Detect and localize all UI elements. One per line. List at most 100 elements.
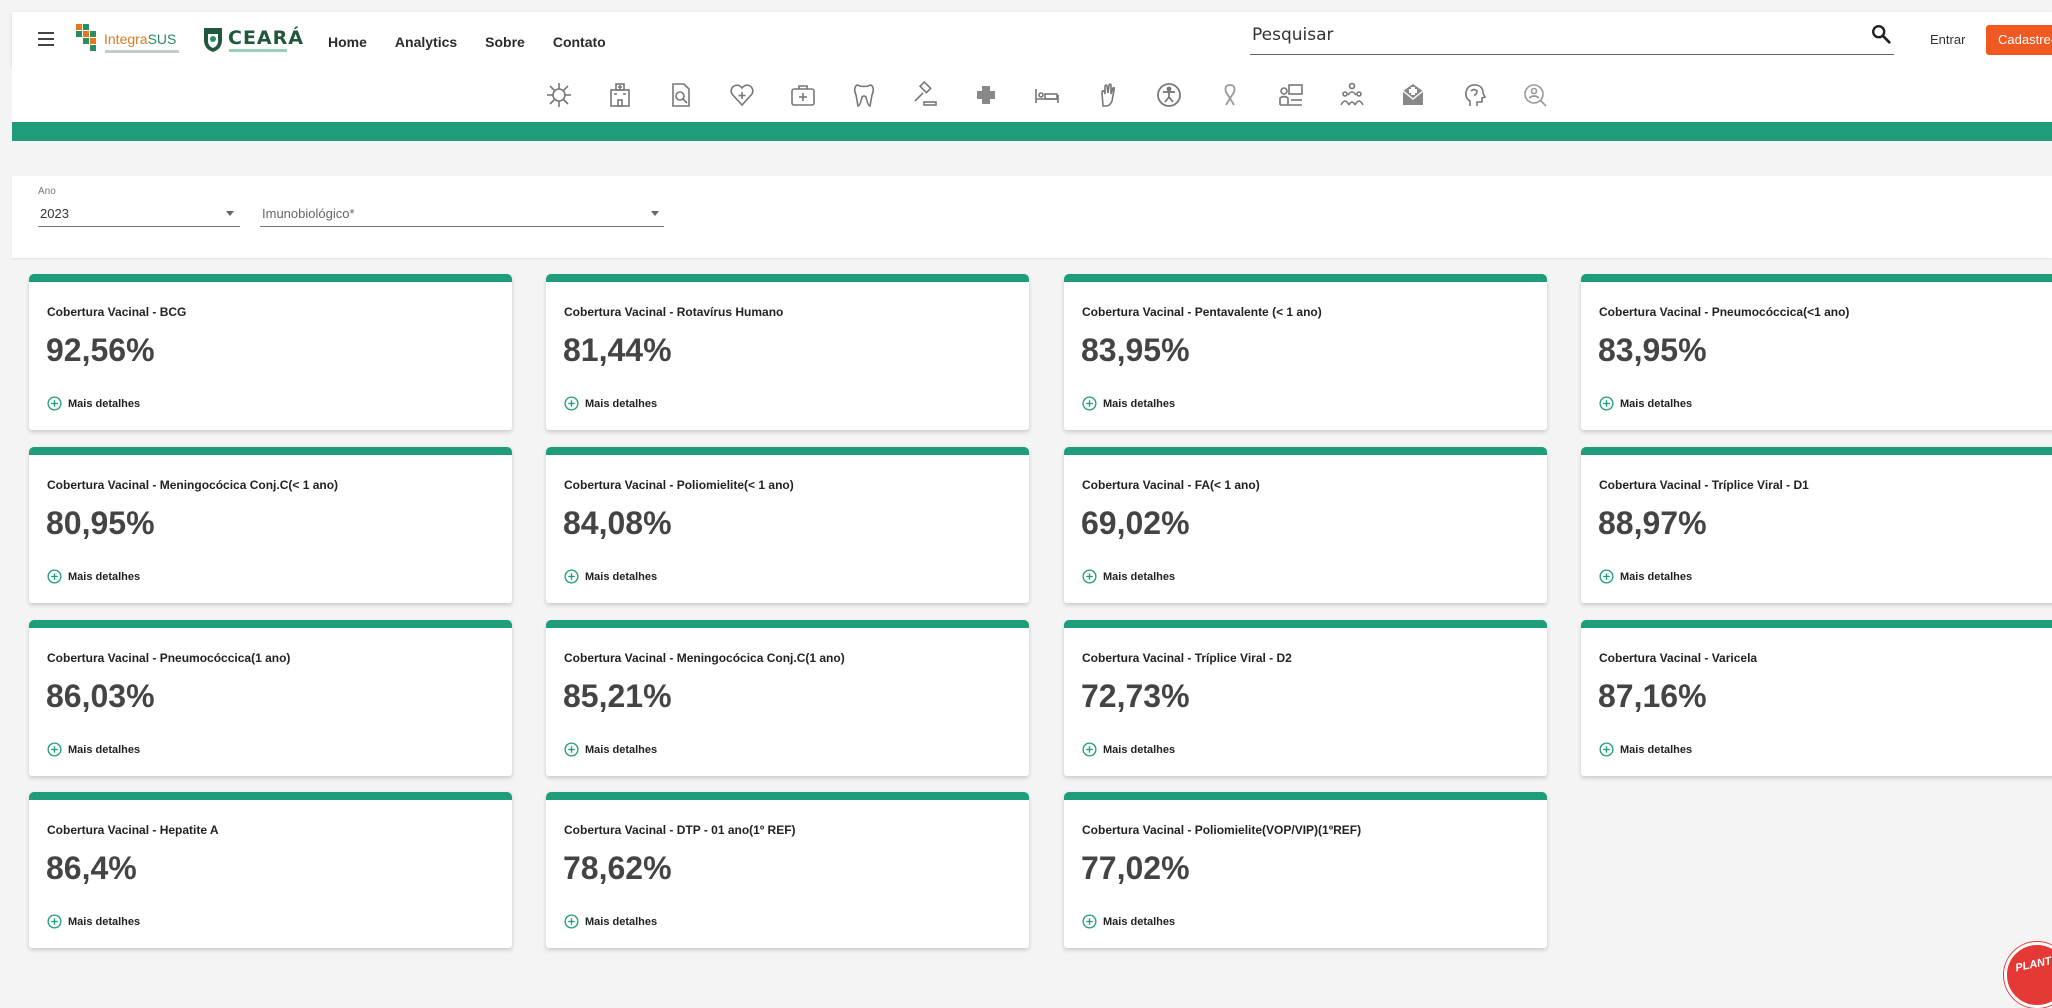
card-title: Cobertura Vacinal - Hepatite A <box>47 823 219 837</box>
more-details-label: Mais detalhes <box>1103 743 1176 756</box>
more-details-button[interactable]: Mais detalhes <box>47 569 140 584</box>
hand-icon[interactable] <box>1094 81 1122 109</box>
ano-value: 2023 <box>40 206 69 221</box>
signup-button[interactable]: Cadastre-se <box>1986 25 2052 55</box>
magnifier-person-icon[interactable] <box>1521 81 1549 109</box>
more-details-label: Mais detalhes <box>68 570 141 583</box>
imunobiologico-placeholder: Imunobiológico* <box>262 206 355 221</box>
plus-circle-icon <box>564 569 579 584</box>
coverage-card: Cobertura Vacinal - Pentavalente (< 1 an… <box>1064 274 1547 430</box>
card-title: Cobertura Vacinal - Pneumocóccica(<1 ano… <box>1599 305 1850 319</box>
more-details-button[interactable]: Mais detalhes <box>1082 742 1175 757</box>
card-value: 85,21% <box>563 678 672 714</box>
card-title: Cobertura Vacinal - DTP - 01 ano(1º REF) <box>564 823 796 837</box>
plus-circle-icon <box>1082 569 1097 584</box>
gavel-icon[interactable] <box>911 81 939 109</box>
more-details-label: Mais detalhes <box>68 915 141 928</box>
more-details-button[interactable]: Mais detalhes <box>47 396 140 411</box>
more-details-button[interactable]: Mais detalhes <box>1599 396 1692 411</box>
plus-circle-icon <box>47 396 62 411</box>
more-details-button[interactable]: Mais detalhes <box>564 914 657 929</box>
more-details-button[interactable]: Mais detalhes <box>1082 914 1175 929</box>
more-details-button[interactable]: Mais detalhes <box>1599 742 1692 757</box>
coverage-card: Cobertura Vacinal - Pneumocóccica(1 ano)… <box>29 620 512 776</box>
nav-sobre[interactable]: Sobre <box>485 34 525 50</box>
coverage-card: Cobertura Vacinal - Meningocócica Conj.C… <box>29 447 512 603</box>
search-input[interactable] <box>1250 18 1844 52</box>
more-details-label: Mais detalhes <box>1620 397 1693 410</box>
ceara-shield-icon <box>204 28 222 52</box>
card-value: 77,02% <box>1081 850 1190 886</box>
hospital-icon[interactable] <box>606 81 634 109</box>
plus-circle-icon <box>1599 569 1614 584</box>
card-value: 84,08% <box>563 505 672 541</box>
menu-icon[interactable] <box>34 28 58 52</box>
coverage-card: Cobertura Vacinal - Meningocócica Conj.C… <box>546 620 1029 776</box>
imunobiologico-select[interactable]: Imunobiológico* <box>260 186 664 227</box>
more-details-button[interactable]: Mais detalhes <box>47 742 140 757</box>
ribbon-icon[interactable] <box>1216 81 1244 109</box>
card-title: Cobertura Vacinal - Tríplice Viral - D1 <box>1599 478 1809 492</box>
card-title: Cobertura Vacinal - Rotavírus Humano <box>564 305 784 319</box>
coverage-card: Cobertura Vacinal - DTP - 01 ano(1º REF)… <box>546 792 1029 948</box>
hospital-bed-icon[interactable] <box>1033 81 1061 109</box>
coverage-card: Cobertura Vacinal - Varicela 87,16% Mais d… <box>1581 620 2052 776</box>
more-details-label: Mais detalhes <box>585 915 658 928</box>
more-details-label: Mais detalhes <box>1103 570 1176 583</box>
more-details-label: Mais detalhes <box>585 397 658 410</box>
coverage-card: Cobertura Vacinal - Poliomielite(< 1 ano… <box>546 447 1029 603</box>
plus-circle-icon <box>1082 742 1097 757</box>
coverage-card: Cobertura Vacinal - Tríplice Viral - D2 7… <box>1064 620 1547 776</box>
worker-icon[interactable] <box>1277 81 1305 109</box>
integrasus-logo-text: IntegraSUS <box>104 31 177 47</box>
search-icon[interactable] <box>1870 23 1892 45</box>
card-title: Cobertura Vacinal - Varicela <box>1599 651 1758 665</box>
more-details-button[interactable]: Mais detalhes <box>1082 569 1175 584</box>
card-value: 88,97% <box>1598 505 1707 541</box>
plantao-badge[interactable]: PLANTÃO <box>2004 942 2052 1008</box>
more-details-button[interactable]: Mais detalhes <box>1082 396 1175 411</box>
envelope-cross-icon[interactable] <box>1399 81 1427 109</box>
card-value: 72,73% <box>1081 678 1190 714</box>
more-details-label: Mais detalhes <box>1620 743 1693 756</box>
coverage-card: Cobertura Vacinal - Poliomielite(VOP/VIP… <box>1064 792 1547 948</box>
ano-label: Ano <box>38 186 56 197</box>
ano-select[interactable]: Ano 2023 <box>38 186 240 227</box>
card-value: 80,95% <box>46 505 155 541</box>
card-value: 86,4% <box>46 850 137 886</box>
more-details-button[interactable]: Mais detalhes <box>564 569 657 584</box>
nav-analytics[interactable]: Analytics <box>395 34 457 50</box>
virus-icon[interactable] <box>545 81 573 109</box>
card-title: Cobertura Vacinal - Pneumocóccica(1 ano) <box>47 651 291 665</box>
accessibility-icon[interactable] <box>1155 81 1183 109</box>
document-search-icon[interactable] <box>667 81 695 109</box>
card-title: Cobertura Vacinal - Meningocócica Conj.C… <box>564 651 845 665</box>
plus-circle-icon <box>564 742 579 757</box>
more-details-button[interactable]: Mais detalhes <box>564 396 657 411</box>
login-button[interactable]: Entrar <box>1930 32 1965 47</box>
plus-circle-icon <box>47 742 62 757</box>
family-icon[interactable] <box>1338 81 1366 109</box>
coverage-card: Cobertura Vacinal - Pneumocóccica(<1 ano… <box>1581 274 2052 430</box>
more-details-button[interactable]: Mais detalhes <box>1599 569 1692 584</box>
tooth-icon[interactable] <box>850 81 878 109</box>
nav-contato[interactable]: Contato <box>553 34 606 50</box>
heart-plus-icon[interactable] <box>728 81 756 109</box>
coverage-card: Cobertura Vacinal - Hepatite A 86,4% Mais … <box>29 792 512 948</box>
medical-cross-icon[interactable] <box>972 81 1000 109</box>
top-app-bar: IntegraSUS CEARÁ Home Analytics Sobre Co… <box>12 12 2052 67</box>
card-title: Cobertura Vacinal - FA(< 1 ano) <box>1082 478 1260 492</box>
nav-home[interactable]: Home <box>328 34 367 50</box>
plus-circle-icon <box>1082 914 1097 929</box>
coverage-card: Cobertura Vacinal - Tríplice Viral - D1 8… <box>1581 447 2052 603</box>
filters-panel: Ano 2023 Imunobiológico* <box>12 176 2052 258</box>
coverage-card: Cobertura Vacinal - FA(< 1 ano) 69,02% Mai… <box>1064 447 1547 603</box>
medical-kit-icon[interactable] <box>789 81 817 109</box>
more-details-button[interactable]: Mais detalhes <box>564 742 657 757</box>
category-icon-bar <box>12 67 2052 122</box>
card-title: Cobertura Vacinal - Poliomielite(VOP/VIP… <box>1082 823 1362 837</box>
more-details-label: Mais detalhes <box>1620 570 1693 583</box>
plus-circle-icon <box>1599 742 1614 757</box>
more-details-button[interactable]: Mais detalhes <box>47 914 140 929</box>
head-mind-icon[interactable] <box>1460 81 1488 109</box>
